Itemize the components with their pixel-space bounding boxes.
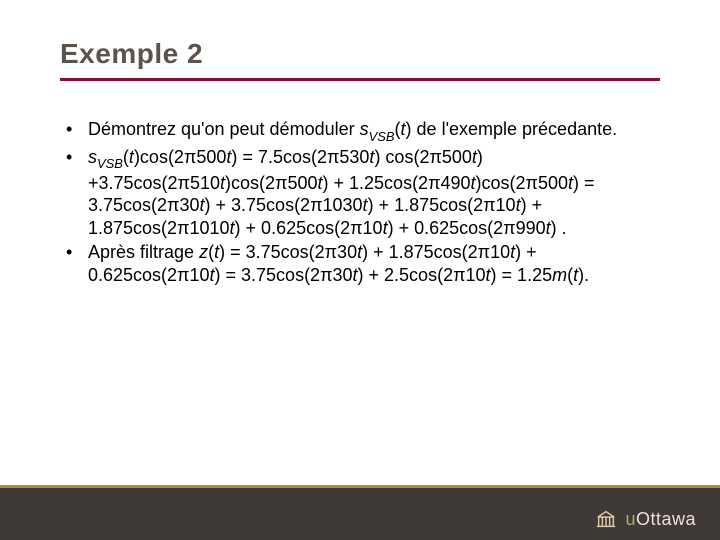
text: Après filtrage [88,242,199,262]
subscript-vsb: VSB [369,129,395,144]
logo-name: Ottawa [636,509,696,529]
page-title: Exemple 2 [60,38,203,70]
bullet-item-2: sVSB(t)cos(2π500t) = 7.5cos(2π530t) cos(… [62,146,662,239]
content-area: Démontrez qu'on peut démoduler sVSB(t) d… [62,118,662,288]
text: )cos(2π500 [134,147,226,167]
text: Démontrez qu'on peut démoduler [88,119,360,139]
text: ) + 0.625cos(2π10 [235,218,383,238]
text: ). [578,265,589,285]
text: ) + 3.75cos(2π1030 [205,195,363,215]
text: ) + 1.875cos(2π10 [368,195,516,215]
bullet-list: Démontrez qu'on peut démoduler sVSB(t) d… [62,118,662,286]
text: ) + 1.25cos(2π490 [323,173,471,193]
text: ) + 1.875cos(2π10 [362,242,510,262]
pavilion-icon [595,508,617,530]
bullet-item-3: Après filtrage z(t) = 3.75cos(2π30t) + 1… [62,241,662,286]
text: ) . [551,218,567,238]
logo-text: uOttawa [625,509,696,530]
var-s: s [360,119,369,139]
text: ) = 3.75cos(2π30 [219,242,357,262]
text: ) = 1.25 [491,265,553,285]
bullet-item-1: Démontrez qu'on peut démoduler sVSB(t) d… [62,118,662,144]
subscript-vsb: VSB [97,156,123,171]
logo: uOttawa [595,508,696,530]
text: ) = 3.75cos(2π30 [215,265,353,285]
text: ) = 7.5cos(2π530 [231,147,369,167]
var-z: z [199,242,208,262]
text: ) + 0.625cos(2π990 [388,218,546,238]
logo-u: u [625,509,636,529]
title-underline [60,78,660,81]
var-s: s [88,147,97,167]
text: )cos(2π500 [225,173,317,193]
text: ) cos(2π500 [374,147,471,167]
text: )cos(2π500 [476,173,568,193]
slide: Exemple 2 Démontrez qu'on peut démoduler… [0,0,720,540]
text: ) + 2.5cos(2π10 [358,265,486,285]
var-m: m [552,265,567,285]
footer-dark-bar: uOttawa [0,488,720,540]
text: ) de l'exemple précedante. [406,119,618,139]
